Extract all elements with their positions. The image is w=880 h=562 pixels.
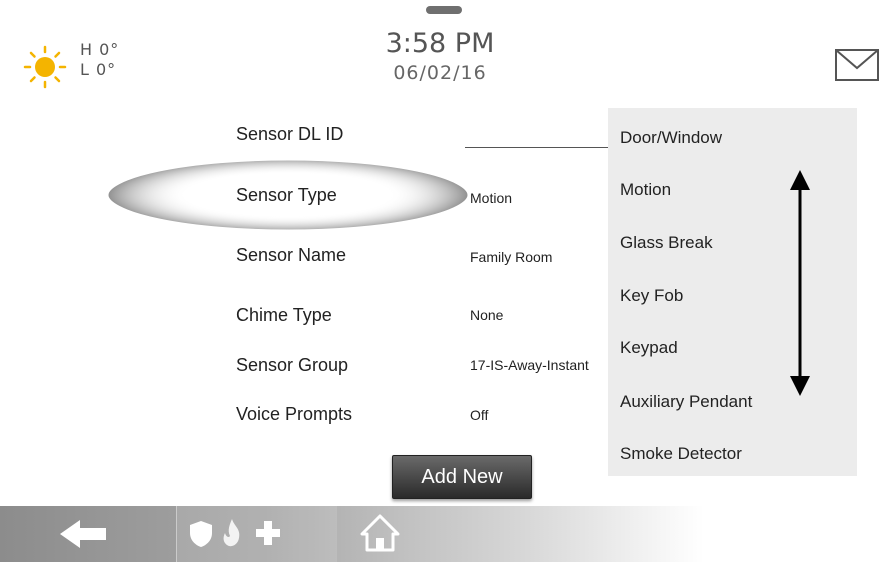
high-temp: H 0° <box>80 40 120 59</box>
plus-icon <box>256 521 280 545</box>
voice-prompts-select[interactable]: Off <box>470 407 610 423</box>
envelope-icon[interactable] <box>834 48 880 82</box>
home-button[interactable] <box>340 506 430 562</box>
pull-down-handle[interactable] <box>426 6 462 14</box>
chime-type-select[interactable]: None <box>470 307 610 323</box>
fire-icon <box>223 519 240 547</box>
weather-widget[interactable]: H 0° L 0° <box>22 38 152 98</box>
voice-prompts-label: Voice Prompts <box>236 404 353 424</box>
bottom-nav-bar <box>0 506 880 562</box>
sensor-dl-id-label: Sensor DL ID <box>236 124 344 144</box>
shield-icon <box>190 521 212 547</box>
back-button[interactable] <box>0 506 175 562</box>
sensor-type-select[interactable]: Motion <box>470 190 610 206</box>
option-motion[interactable]: Motion <box>620 180 671 200</box>
emergency-button[interactable] <box>176 506 337 562</box>
chime-type-label: Chime Type <box>236 305 332 325</box>
back-arrow-icon <box>60 520 106 548</box>
option-smoke-detector[interactable]: Smoke Detector <box>620 444 742 464</box>
temperature-readout: H 0° L 0° <box>80 40 119 80</box>
option-key-fob[interactable]: Key Fob <box>620 286 683 306</box>
sun-icon <box>23 45 67 89</box>
home-icon <box>360 514 400 552</box>
sensor-dl-id-field[interactable] <box>465 147 610 148</box>
sensor-type-dropdown[interactable]: Door/Window Motion Glass Break Key Fob K… <box>608 108 857 476</box>
sensor-group-select[interactable]: 17-IS-Away-Instant <box>470 357 610 373</box>
option-auxiliary-pendant[interactable]: Auxiliary Pendant <box>620 392 752 412</box>
sensor-type-label: Sensor Type <box>236 185 337 205</box>
option-glass-break[interactable]: Glass Break <box>620 233 713 253</box>
option-door-window[interactable]: Door/Window <box>620 128 722 148</box>
option-keypad[interactable]: Keypad <box>620 338 678 358</box>
low-temp: L 0° <box>80 60 117 79</box>
sensor-name-label: Sensor Name <box>236 245 347 265</box>
add-new-button[interactable]: Add New <box>392 455 532 499</box>
sensor-name-field[interactable]: Family Room <box>470 249 610 265</box>
sensor-group-label: Sensor Group <box>236 355 349 375</box>
double-arrow-icon <box>790 170 810 396</box>
